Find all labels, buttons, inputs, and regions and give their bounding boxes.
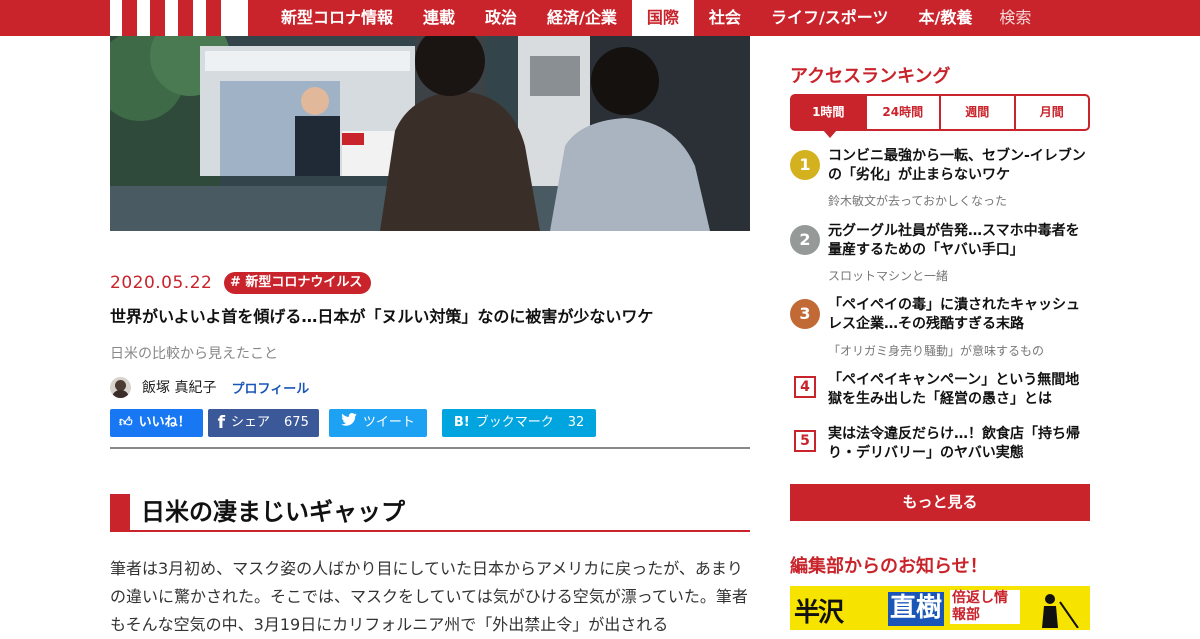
tab-24-hours[interactable]: 24時間: [864, 96, 940, 129]
article-title: 世界がいよいよ首を傾げる…日本が「ヌルい対策」なのに被害が少ないワケ: [110, 307, 654, 326]
ranking-item-title[interactable]: 実は法令違反だらけ…！飲食店「持ち帰り・デリバリー」のヤバい実態: [828, 425, 1090, 463]
rank-badge: 3: [790, 299, 820, 329]
tweet-label: ツイート: [362, 415, 415, 430]
nav-search-link[interactable]: 検索: [987, 0, 1035, 36]
like-label: いいね！: [138, 415, 191, 430]
top-navigation-bar: 新型コロナ情報 連載 政治 経済/企業 国際 社会 ライフ/スポーツ 本/教養 …: [0, 0, 1200, 36]
hatena-bookmark-label: ブックマーク: [475, 415, 554, 430]
ranking-item-title[interactable]: コンビニ最強から一転、セブン-イレブンの「劣化」が止まらないワケ: [828, 147, 1090, 185]
site-logo[interactable]: [110, 0, 248, 36]
banner-figure-icon: [1042, 594, 1079, 628]
tab-weekly[interactable]: 週間: [939, 96, 1014, 129]
hatena-bookmark-icon: B!: [453, 415, 470, 430]
notice-title: 編集部からのお知らせ！: [790, 556, 988, 577]
hatena-bookmark-count: 32: [567, 415, 585, 430]
nav-item-economy[interactable]: 経済/企業: [532, 0, 632, 36]
author-avatar: [110, 376, 131, 398]
rank-badge: 1: [790, 150, 820, 180]
nav-item-corona[interactable]: 新型コロナ情報: [266, 0, 408, 36]
rank-badge: 2: [790, 225, 820, 255]
banner-text-line1: 半沢: [794, 598, 844, 628]
ranking-tabs: 1時間 24時間 週間 月間: [790, 94, 1090, 138]
facebook-share-label: シェア: [231, 415, 271, 430]
nav-item-books[interactable]: 本/教養: [903, 0, 987, 36]
twitter-bird-icon: [341, 409, 357, 437]
ranking-title: アクセスランキング: [790, 66, 951, 87]
nav-item-life-sports[interactable]: ライフ/スポーツ: [756, 0, 904, 36]
facebook-icon: f: [217, 413, 226, 433]
heading-accent-bar: [110, 494, 130, 530]
author-row: 飯塚 真紀子 プロフィール: [110, 376, 309, 398]
ranking-item-subtitle: スロットマシンと一緒: [828, 269, 949, 283]
share-buttons: 👍︎ いいね！ f シェア 675 ツイート B! ブックマーク 32: [110, 409, 601, 437]
banner-text-line2: 直樹: [888, 592, 944, 626]
nav-item-politics[interactable]: 政治: [470, 0, 532, 36]
facebook-share-button[interactable]: f シェア 675: [207, 409, 319, 437]
nav-item-series[interactable]: 連載: [408, 0, 470, 36]
promo-banner[interactable]: 半沢 直樹 倍返し情報部: [790, 586, 1090, 630]
section-heading: 日米の凄まじいギャップ: [110, 494, 750, 532]
topic-tag[interactable]: # 新型コロナウイルス: [224, 272, 372, 294]
ranking-item-subtitle: 鈴木敏文が去っておかしくなった: [828, 194, 1008, 208]
ranking-item-title[interactable]: 「ペイペイキャンペーン」という無間地獄を生み出した「経営の愚さ」とは: [828, 371, 1090, 409]
article-hero-image: [110, 36, 750, 231]
profile-link[interactable]: プロフィール: [231, 378, 309, 397]
article-date: 2020.05.22: [110, 273, 213, 293]
ranking-item-title[interactable]: 元グーグル社員が告発…スマホ中毒者を量産するための「ヤバい手口」: [828, 222, 1090, 260]
tab-monthly[interactable]: 月間: [1013, 96, 1089, 129]
tab-1-hour[interactable]: 1時間: [792, 96, 865, 138]
nav-item-society[interactable]: 社会: [694, 0, 756, 36]
author-name[interactable]: 飯塚 真紀子: [142, 377, 216, 397]
ranking-item-subtitle: 「オリガミ身売り騒動」が意味するもの: [828, 344, 1045, 358]
divider: [110, 447, 750, 449]
rank-badge: 5: [794, 430, 816, 452]
ranking-item-title[interactable]: 「ペイペイの毒」に潰されたキャッシュレス企業…その残酷すぎる末路: [828, 296, 1090, 334]
tweet-button[interactable]: ツイート: [328, 409, 427, 437]
category-nav: 新型コロナ情報 連載 政治 経済/企業 国際 社会 ライフ/スポーツ 本/教養 …: [266, 0, 1035, 36]
hatena-bookmark-button[interactable]: B! ブックマーク 32: [441, 409, 597, 437]
more-button[interactable]: もっと見る: [790, 484, 1090, 521]
nav-item-international[interactable]: 国際: [631, 0, 694, 36]
facebook-like-button[interactable]: 👍︎ いいね！: [110, 409, 203, 437]
facebook-share-count: 675: [284, 415, 309, 430]
banner-text-line3: 倍返し情報部: [950, 590, 1020, 624]
rank-badge: 4: [794, 376, 816, 398]
article-subtitle: 日米の比較から見えたこと: [110, 346, 278, 362]
thumbs-up-icon: 👍︎: [119, 415, 133, 430]
article-body-text: 筆者は3月初め、マスク姿の人ばかり目にしていた日本からアメリカに戻ったが、あまり…: [110, 559, 748, 634]
section-heading-text: 日米の凄まじいギャップ: [141, 498, 405, 526]
